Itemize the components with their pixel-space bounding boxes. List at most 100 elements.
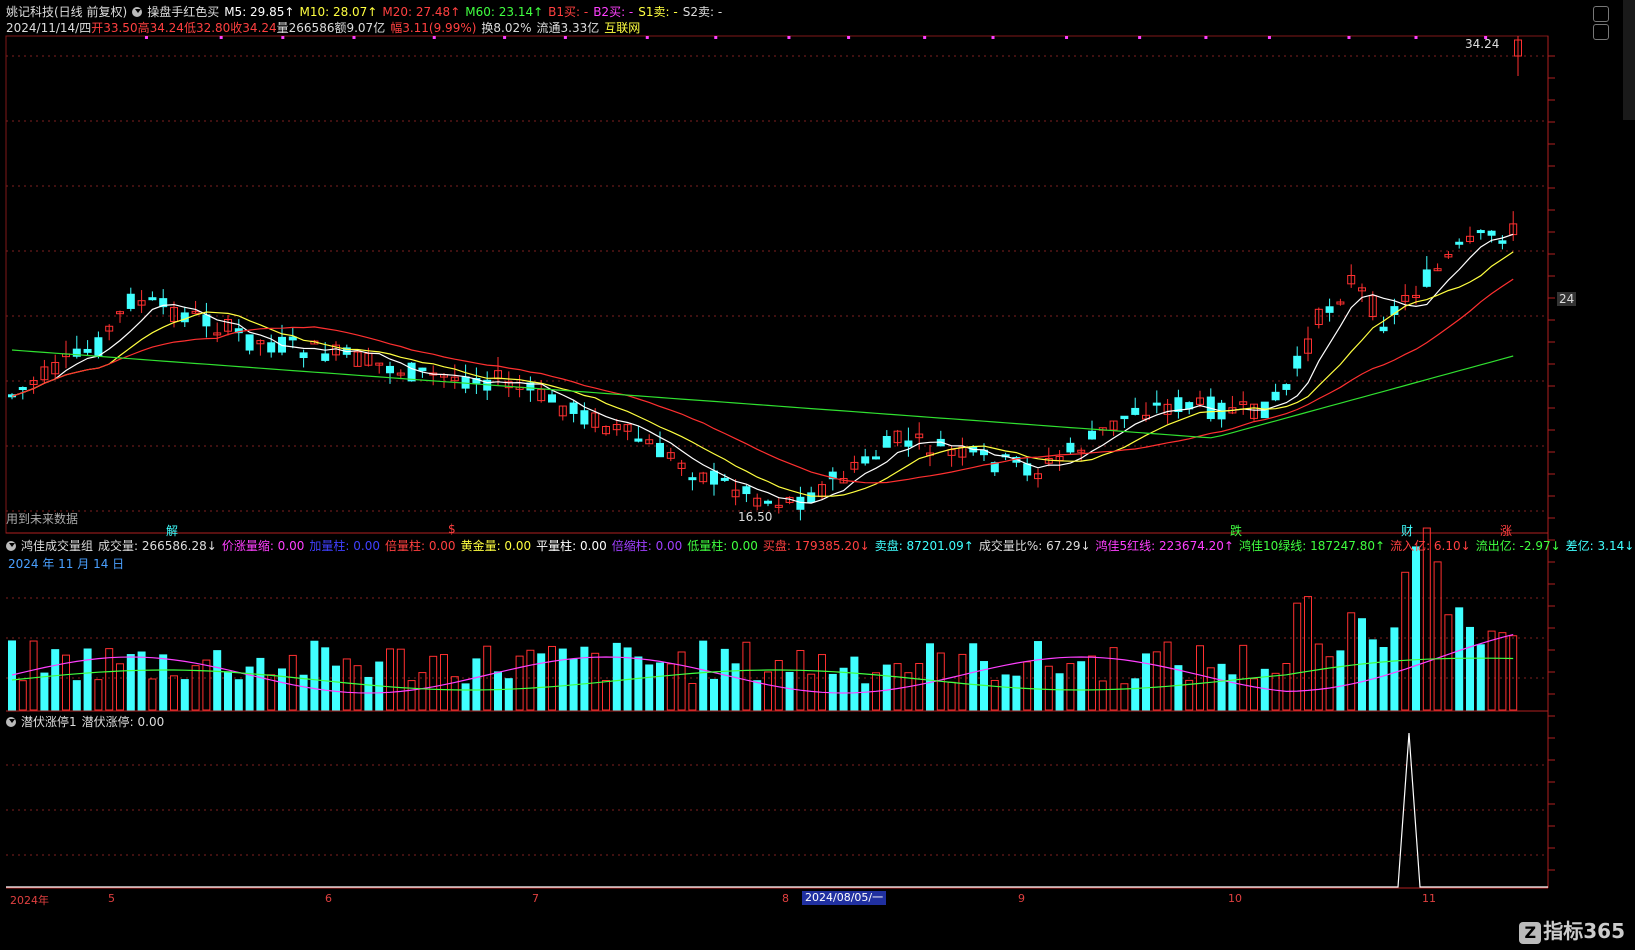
volume-bar — [1379, 647, 1388, 711]
volume-bar — [29, 640, 38, 711]
candle-body — [278, 336, 286, 353]
event-marker-4: 涨 — [1500, 524, 1513, 538]
volume-bar — [159, 654, 168, 711]
stock-name[interactable]: 姚记科技(日线 前复权) — [6, 5, 127, 19]
volume-value-14: 流出亿: -2.97↓ — [1475, 539, 1561, 553]
volume-bar — [83, 648, 92, 711]
candle-body — [1487, 230, 1496, 236]
signal-dot — [787, 36, 791, 39]
candle-body — [1066, 442, 1075, 453]
volume-bar — [288, 654, 297, 711]
quote-line: 2024/11/14/四开33.50高34.24低32.80收34.24量266… — [6, 20, 645, 36]
ma-value-7: S2卖: - — [682, 5, 723, 19]
collapse-icon[interactable] — [1593, 6, 1609, 22]
volume-panel-toggle-icon[interactable] — [6, 541, 16, 551]
volume-bar — [1422, 527, 1431, 711]
candle-body — [94, 337, 103, 357]
signal-dot — [1414, 36, 1418, 39]
volume-bar — [126, 654, 135, 711]
volume-bar — [1509, 635, 1518, 711]
candle-body — [1282, 384, 1291, 390]
volume-bar — [1304, 596, 1312, 711]
volume-bar — [796, 649, 805, 711]
volume-bar — [1012, 675, 1021, 711]
quote-pct: 幅3.11(9.99%) — [390, 21, 477, 35]
volume-bar — [634, 656, 643, 711]
ma-value-1: M10: 28.07↑ — [299, 5, 378, 19]
volume-bar — [299, 674, 308, 711]
logo-text: 指标365 — [1543, 919, 1625, 943]
volume-bar — [1044, 665, 1053, 711]
latent-limit-spike — [6, 732, 1548, 888]
volume-bar — [1390, 627, 1399, 711]
volume-value-1: 价涨量缩: 0.00 — [221, 539, 305, 553]
volume-bar — [688, 682, 697, 711]
volume-bar — [558, 648, 567, 711]
volume-bar — [1412, 546, 1420, 711]
volume-bar — [170, 675, 178, 711]
volume-bar — [8, 640, 16, 711]
bottom-panel-toggle-icon[interactable] — [6, 717, 16, 727]
right-price-tag: 24 — [1557, 292, 1577, 306]
candle-body — [83, 348, 92, 353]
volume-bar — [839, 667, 848, 711]
volume-bar — [407, 680, 416, 711]
ma-value-0: M5: 29.85↑ — [224, 5, 295, 19]
candle-body — [710, 470, 718, 485]
volume-panel-title[interactable]: 鸿佳成交量组 — [21, 539, 93, 553]
volume-bar — [461, 683, 470, 711]
watermark-logo: Z 指标365 — [1519, 915, 1625, 944]
volume-bar — [602, 680, 610, 711]
kline-chart-canvas[interactable] — [0, 0, 1635, 950]
candle-body — [126, 293, 135, 309]
right-side-tab[interactable] — [1623, 0, 1635, 120]
volume-bar — [472, 658, 481, 711]
volume-bar — [774, 659, 783, 711]
volume-bar — [580, 646, 589, 711]
volume-bar — [785, 671, 794, 711]
signal-dot — [1267, 36, 1271, 39]
volume-bar — [720, 648, 729, 711]
candle-body — [288, 336, 297, 341]
candle-body — [407, 362, 416, 382]
main-header: 姚记科技(日线 前复权) 操盘手红色买 M5: 29.85↑ M10: 28.07↑ M… — [6, 4, 732, 20]
volume-bar — [893, 663, 902, 711]
candle-body — [245, 334, 254, 351]
volume-bar — [202, 659, 211, 711]
volume-panel-header: 鸿佳成交量组 成交量: 266586.28↓ 价涨量缩: 0.00 加量柱: 0.00… — [6, 538, 1635, 554]
quote-sector[interactable]: 互联网 — [604, 21, 640, 35]
event-marker-1: $ — [448, 522, 456, 536]
candle-body — [299, 352, 308, 359]
volume-bar — [429, 655, 438, 711]
signal-dot — [219, 36, 223, 39]
volume-bar — [612, 642, 621, 711]
signal-dot — [503, 36, 507, 39]
volume-value-5: 平量柱: 0.00 — [536, 539, 607, 553]
bottom-panel-title[interactable]: 潜伏涨停1 — [21, 715, 77, 729]
volume-bar — [321, 647, 330, 711]
volume-bar — [494, 671, 502, 711]
volume-bar — [1109, 647, 1118, 711]
volume-value-2: 加量柱: 0.00 — [309, 539, 380, 553]
volume-bar — [418, 672, 427, 711]
candle-body — [548, 394, 556, 403]
volume-bar — [753, 680, 762, 711]
volume-bar — [213, 650, 222, 711]
candle-body — [872, 456, 880, 460]
expand-icon[interactable] — [1593, 24, 1609, 40]
volume-values: 成交量: 266586.28↓ 价涨量缩: 0.00 加量柱: 0.00 倍量柱: 0… — [98, 539, 1635, 553]
volume-bar — [40, 672, 49, 711]
volume-bar — [850, 656, 859, 711]
quote-date: 2024/11/14/四 — [6, 21, 92, 35]
candle-body — [1422, 269, 1431, 287]
indicator-dropdown-icon[interactable] — [132, 7, 143, 17]
ma5-line — [11, 233, 1514, 504]
volume-bar — [1055, 673, 1064, 711]
candle-body — [148, 297, 157, 301]
candle-body — [1131, 407, 1140, 415]
indicator-name[interactable]: 操盘手红色买 — [147, 5, 219, 19]
volume-bar — [1498, 632, 1507, 711]
event-marker-3: 财 — [1401, 524, 1414, 538]
volume-bar — [591, 652, 600, 711]
volume-bar — [969, 643, 978, 711]
